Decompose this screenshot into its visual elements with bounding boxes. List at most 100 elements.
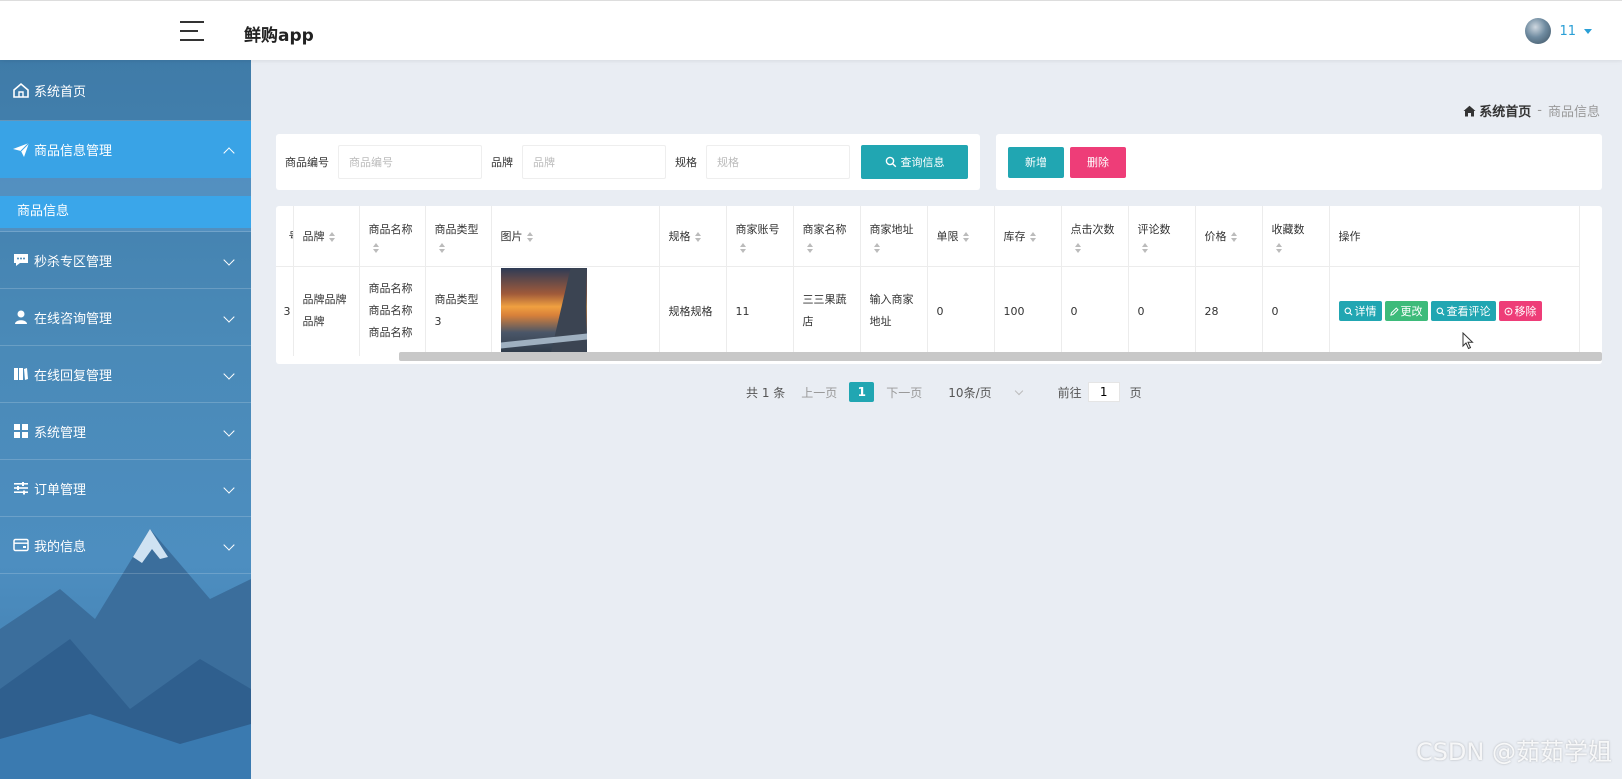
column-header-clicks[interactable]: 点击次数 (1061, 206, 1129, 267)
product-table: 号 品牌 商品名称 商品类型 图片 规格 商家账号 商家名称 商家地址 单限 库… (276, 206, 1580, 356)
sort-icon[interactable] (1029, 231, 1036, 242)
user-menu[interactable]: 11 (1525, 18, 1592, 44)
column-header-brand[interactable]: 品牌 (293, 206, 360, 267)
paper-plane-icon (12, 141, 30, 159)
top-header: 鲜购app 11 (0, 0, 1622, 60)
detail-button[interactable]: 详情 (1338, 301, 1382, 322)
sidebar-item-system[interactable]: 系统管理 (0, 403, 251, 460)
page-size-select[interactable]: 10条/页 (948, 384, 1023, 401)
sort-icon[interactable] (1141, 242, 1148, 253)
product-image[interactable] (500, 268, 587, 355)
horizontal-scrollbar[interactable] (399, 352, 1602, 361)
column-header-comments[interactable]: 评论数 (1128, 206, 1196, 267)
sort-icon[interactable] (328, 231, 335, 242)
sort-icon[interactable] (1230, 231, 1237, 242)
close-circle-icon (1504, 307, 1512, 316)
chevron-down-icon (223, 311, 235, 323)
chevron-down-icon (1014, 386, 1023, 395)
edit-button-label: 更改 (1400, 305, 1423, 319)
query-button-label: 查询信息 (900, 157, 945, 169)
cell-name: 商品名称商品名称商品名称 (359, 266, 426, 356)
product-id-input[interactable] (338, 145, 482, 179)
page-number-button[interactable]: 1 (849, 382, 875, 402)
home-icon (12, 81, 30, 99)
column-header-type[interactable]: 商品类型 (425, 206, 492, 267)
sidebar-item-orders[interactable]: 订单管理 (0, 460, 251, 517)
cell-actions: 详情 更改 查看评论 移除 (1329, 266, 1580, 356)
add-button[interactable]: 新增 (1008, 146, 1064, 178)
sidebar: 系统首页 商品信息管理 商品信息 秒杀专区管理 在线咨询管理 在线回复管理 系统… (0, 60, 251, 779)
sidebar-item-online-consult[interactable]: 在线咨询管理 (0, 289, 251, 346)
comment-icon (12, 251, 30, 269)
grid-icon (12, 422, 30, 440)
breadcrumb-home[interactable]: 系统首页 (1463, 101, 1531, 120)
sort-icon[interactable] (806, 242, 813, 253)
query-button[interactable]: 查询信息 (861, 145, 968, 179)
breadcrumb-separator: - (1537, 103, 1542, 118)
column-header-image[interactable]: 图片 (491, 206, 660, 267)
spec-input[interactable] (706, 145, 850, 179)
cell-spec: 规格规格 (659, 266, 727, 356)
delete-button[interactable]: 删除 (1070, 146, 1126, 178)
home-icon (1463, 105, 1476, 116)
column-header-merchant-account[interactable]: 商家账号 (726, 206, 794, 267)
goto-label: 前往 (1057, 385, 1082, 400)
view-reviews-button-label: 查看评论 (1446, 305, 1491, 319)
action-panel: 新增 删除 (996, 134, 1602, 190)
brand-input[interactable] (522, 145, 666, 179)
chevron-down-icon (223, 368, 235, 380)
sidebar-item-online-reply[interactable]: 在线回复管理 (0, 346, 251, 403)
next-page-button[interactable]: 下一页 (886, 384, 922, 401)
book-icon (12, 365, 30, 383)
edit-button[interactable]: 更改 (1384, 301, 1428, 322)
username: 11 (1559, 23, 1576, 39)
spec-label: 规格 (675, 156, 697, 169)
column-header-actions: 操作 (1329, 206, 1580, 267)
sort-icon[interactable] (1275, 242, 1282, 253)
column-header-spec[interactable]: 规格 (659, 206, 727, 267)
page-size-value: 10条/页 (948, 385, 992, 400)
sidebar-item-product-management[interactable]: 商品信息管理 (0, 121, 251, 178)
sort-icon[interactable] (438, 242, 445, 253)
goto-page-input[interactable] (1087, 382, 1120, 402)
avatar (1525, 18, 1552, 44)
search-icon (1344, 307, 1352, 316)
column-header-limit[interactable]: 单限 (927, 206, 995, 267)
breadcrumb: 系统首页 - 商品信息 (1463, 101, 1600, 120)
cell-favorites: 0 (1262, 266, 1330, 356)
table-row: 3 品牌品牌品牌 商品名称商品名称商品名称 商品类型3 规格规格 11 三三果蔬… (276, 266, 1580, 356)
sort-icon[interactable] (739, 242, 746, 253)
sidebar-item-home[interactable]: 系统首页 (0, 60, 251, 121)
sort-icon[interactable] (372, 242, 379, 253)
cell-price: 28 (1195, 266, 1263, 356)
app-title: 鲜购app (244, 26, 314, 46)
chevron-down-icon (223, 425, 235, 437)
sidebar-item-label: 系统首页 (34, 84, 87, 100)
table-header-row: 号 品牌 商品名称 商品类型 图片 规格 商家账号 商家名称 商家地址 单限 库… (276, 206, 1580, 267)
column-header-name[interactable]: 商品名称 (359, 206, 426, 267)
sort-icon[interactable] (962, 231, 969, 242)
column-header-merchant-address[interactable]: 商家地址 (860, 206, 928, 267)
menu-toggle-icon[interactable] (180, 21, 204, 41)
column-header-price[interactable]: 价格 (1195, 206, 1263, 267)
cell-stock: 100 (994, 266, 1062, 356)
cell-clicks: 0 (1061, 266, 1129, 356)
column-header-index[interactable]: 号 (276, 206, 294, 267)
chevron-down-icon (223, 539, 235, 551)
sort-icon[interactable] (694, 231, 701, 242)
sidebar-item-flash-sale[interactable]: 秒杀专区管理 (0, 232, 251, 289)
breadcrumb-current: 商品信息 (1547, 105, 1600, 120)
column-header-favorites[interactable]: 收藏数 (1262, 206, 1330, 267)
sidebar-item-my-info[interactable]: 我的信息 (0, 517, 251, 574)
view-reviews-button[interactable]: 查看评论 (1430, 301, 1496, 322)
sort-icon[interactable] (526, 231, 533, 242)
column-header-merchant-name[interactable]: 商家名称 (793, 206, 861, 267)
sort-icon[interactable] (873, 242, 880, 253)
prev-page-button[interactable]: 上一页 (801, 384, 837, 401)
brand-label: 品牌 (491, 156, 513, 169)
watermark: CSDN @茹茹学姐 (1415, 738, 1612, 766)
column-header-stock[interactable]: 库存 (994, 206, 1062, 267)
sort-icon[interactable] (1074, 242, 1081, 253)
remove-button[interactable]: 移除 (1498, 301, 1542, 322)
sidebar-subitem-product-info[interactable]: 商品信息 (0, 196, 251, 228)
